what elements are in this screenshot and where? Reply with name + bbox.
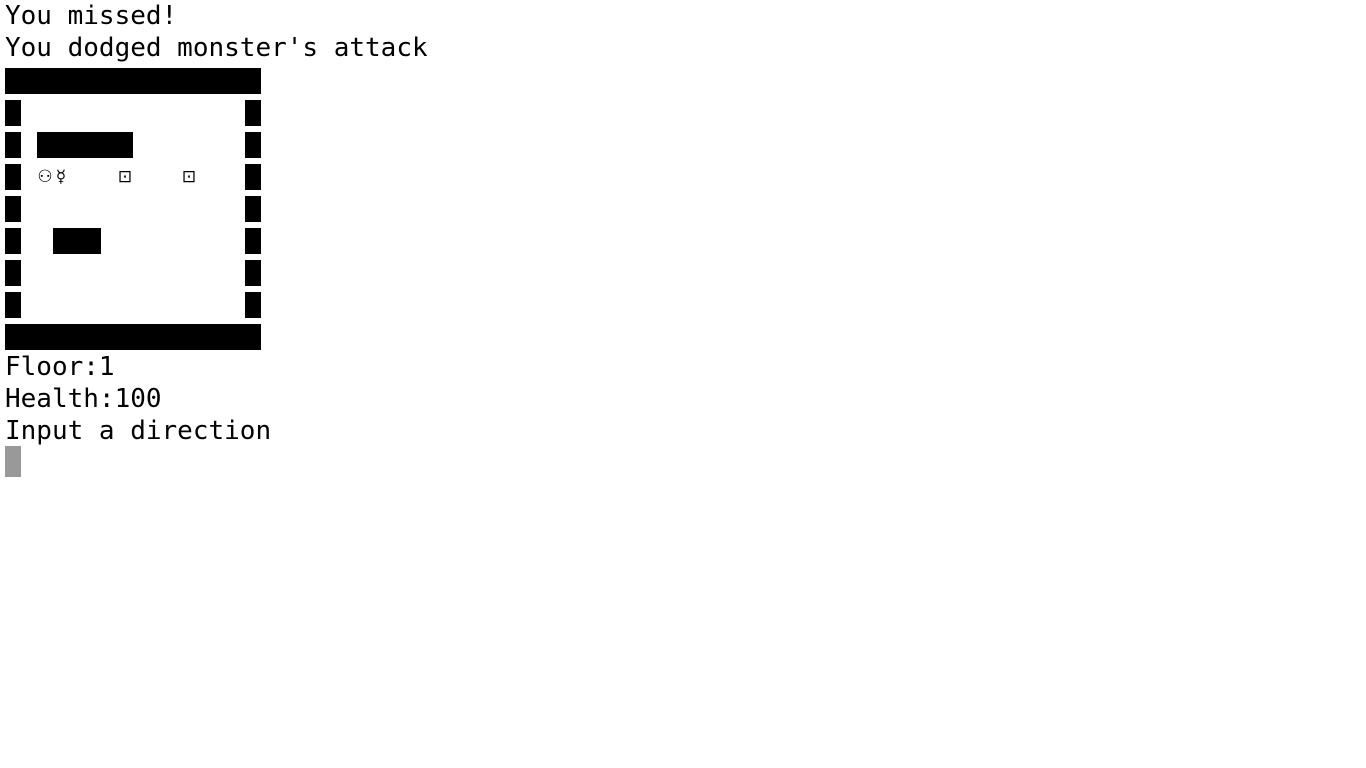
wall-left-segment [5, 164, 21, 190]
terminal-window: You missed! You dodged monster's attack … [0, 0, 1366, 768]
wall-right-segment [245, 292, 261, 318]
input-cursor[interactable] [5, 446, 21, 477]
dungeon-map: ⚇ ☿ ⊡ ⊡ [5, 68, 261, 350]
wall-left-segment [5, 228, 21, 254]
wall-top [5, 68, 261, 94]
wall-left-segment [5, 132, 21, 158]
wall-left-segment [5, 196, 21, 222]
health-status: Health:100 [5, 384, 162, 414]
wall-right-segment [245, 100, 261, 126]
player-icon: ⚇ [37, 167, 53, 187]
wall-left-segment [5, 292, 21, 318]
inner-wall-upper [37, 132, 133, 158]
wall-left-segment [5, 100, 21, 126]
wall-right-segment [245, 196, 261, 222]
floor-status: Floor:1 [5, 352, 115, 382]
wall-right-segment [245, 260, 261, 286]
wall-right-segment [245, 164, 261, 190]
item-icon: ⊡ [181, 167, 197, 187]
message-dodged: You dodged monster's attack [5, 33, 428, 63]
item-icon: ⊡ [117, 167, 133, 187]
direction-prompt: Input a direction [5, 416, 272, 446]
wall-left-segment [5, 260, 21, 286]
wall-right-segment [245, 228, 261, 254]
inner-wall-lower [53, 228, 101, 254]
wall-bottom [5, 324, 261, 350]
message-missed: You missed! [5, 1, 178, 31]
monster-icon: ☿ [55, 167, 67, 187]
wall-right-segment [245, 132, 261, 158]
